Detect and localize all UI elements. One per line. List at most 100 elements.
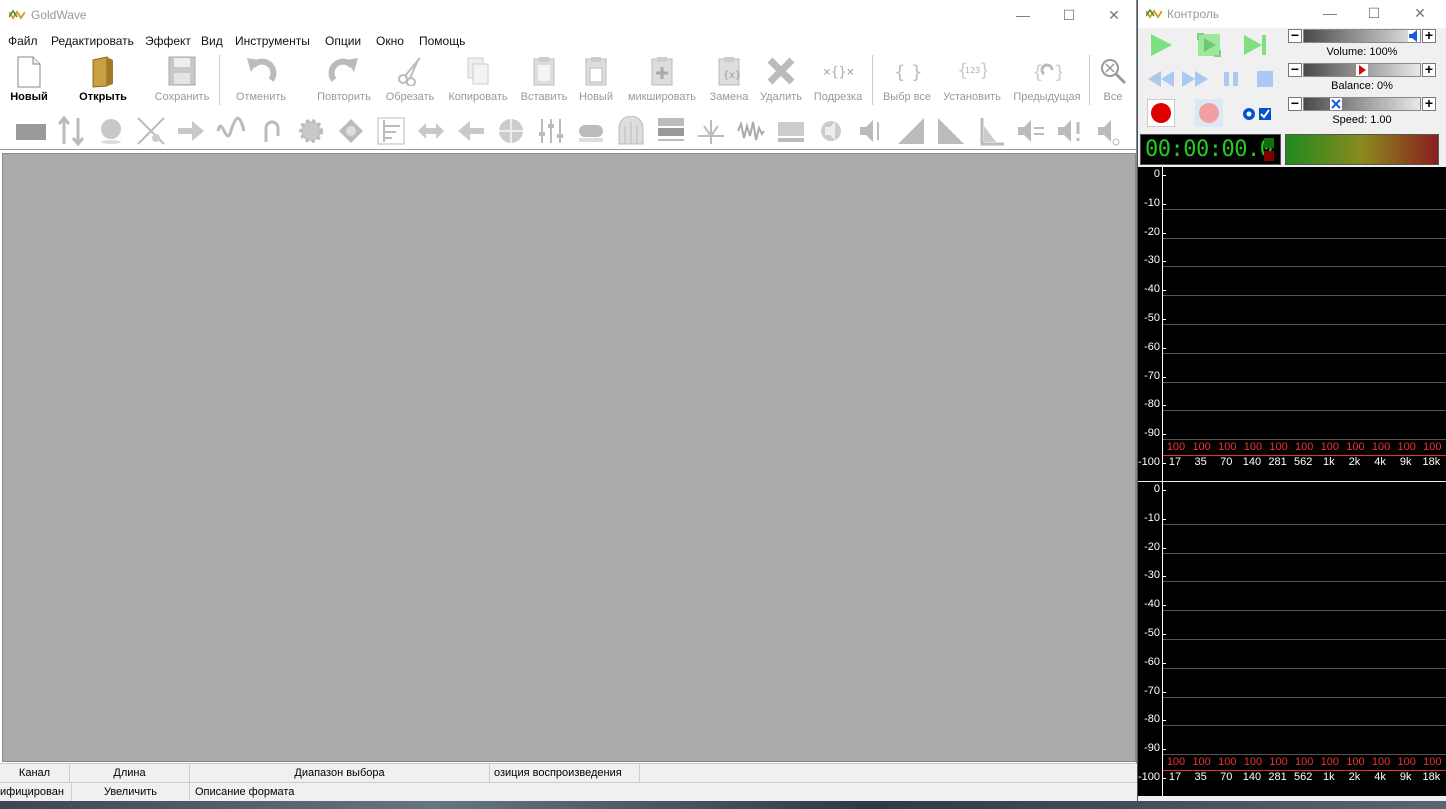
delete-button[interactable]: Удалить [756, 51, 806, 107]
replace-button[interactable]: {x} Замена [706, 51, 752, 107]
balance-thumb-icon[interactable] [1356, 64, 1368, 76]
play-loop-icon[interactable] [1196, 32, 1222, 58]
spectrum-tick [1162, 376, 1166, 378]
pan-effect-icon[interactable] [416, 116, 446, 146]
echo-effect-icon[interactable] [256, 116, 286, 146]
matcher-effect-icon[interactable] [1016, 116, 1046, 146]
volume-thumb-speaker-icon[interactable] [1408, 30, 1420, 42]
play-icon[interactable] [1148, 32, 1174, 58]
speed-increase-button[interactable]: + [1422, 96, 1436, 111]
trim-button[interactable]: Обрезать [382, 51, 438, 107]
copy-button[interactable]: Копировать [443, 51, 513, 107]
new-button[interactable]: Новый [4, 51, 54, 107]
volume-slider[interactable]: − + [1288, 28, 1436, 43]
wave-effect-icon[interactable] [216, 116, 246, 146]
volume-track[interactable] [1303, 29, 1421, 43]
menu-edit[interactable]: Редактировать [51, 34, 134, 48]
record-options-icon[interactable] [1241, 106, 1273, 122]
fade-effect-icon[interactable] [576, 116, 606, 146]
undo-button[interactable]: Отменить [230, 51, 292, 107]
zoom-all-button[interactable]: Все [1094, 51, 1132, 107]
crop-button[interactable]: ×{}× Подрезка [810, 51, 866, 107]
silence-effect-icon[interactable] [16, 116, 46, 146]
fade-in-effect-icon[interactable] [896, 116, 926, 146]
format-description-status: Описание формата [195, 786, 295, 798]
volume-meter-effect-icon[interactable] [1096, 116, 1126, 146]
offset-effect-icon[interactable] [776, 116, 806, 146]
volume-low-effect-icon[interactable] [816, 116, 846, 146]
speed-slider[interactable]: − + [1288, 96, 1436, 111]
reverb-effect-icon[interactable] [616, 116, 646, 146]
open-folder-icon [92, 56, 113, 88]
maximize-volume-effect-icon[interactable] [56, 116, 86, 146]
open-button[interactable]: Открыть [72, 51, 134, 107]
speed-track[interactable] [1303, 97, 1421, 111]
declick-effect-icon[interactable] [736, 116, 766, 146]
fade-out-effect-icon[interactable] [936, 116, 966, 146]
spectrum-band-value: 100 [1166, 441, 1186, 453]
stop-icon[interactable] [1252, 66, 1278, 92]
volume-decrease-button[interactable]: − [1288, 28, 1302, 43]
speed-decrease-button[interactable]: − [1288, 96, 1302, 111]
arrow-right-effect-icon[interactable] [176, 116, 206, 146]
control-minimize-button[interactable]: — [1308, 0, 1352, 26]
previous-button[interactable]: {} Предыдущая [1010, 51, 1084, 107]
control-maximize-button[interactable]: ☐ [1352, 0, 1396, 26]
balance-increase-button[interactable]: + [1422, 62, 1436, 77]
play-to-end-icon[interactable] [1242, 32, 1268, 58]
speed-thumb-icon[interactable] [1330, 98, 1342, 110]
rewind-icon[interactable] [1146, 66, 1176, 92]
redo-button[interactable]: Повторить [312, 51, 376, 107]
toolbar-separator [219, 55, 220, 105]
gear-effect-icon[interactable] [296, 116, 326, 146]
menu-help[interactable]: Помощь [419, 34, 465, 48]
sphere-effect-icon[interactable] [96, 116, 126, 146]
menu-tools[interactable]: Инструменты [235, 34, 310, 48]
maximize-button[interactable]: ☐ [1046, 0, 1092, 30]
flanger-effect-icon[interactable] [336, 116, 366, 146]
menu-options[interactable]: Опции [325, 34, 361, 48]
close-button[interactable]: ✕ [1091, 0, 1137, 30]
menu-file[interactable]: Файл [8, 34, 38, 48]
shape-volume-effect-icon[interactable] [976, 116, 1006, 146]
pause-icon[interactable] [1218, 66, 1244, 92]
equalizer-effect-icon[interactable] [376, 116, 406, 146]
spike-effect-icon[interactable] [696, 116, 726, 146]
arrow-left-effect-icon[interactable] [456, 116, 486, 146]
workspace-area[interactable] [2, 153, 1136, 762]
doppler-effect-icon[interactable] [496, 116, 526, 146]
volume-alert-effect-icon[interactable] [1056, 116, 1086, 146]
spectrum-frequency-label: 2k [1348, 456, 1361, 468]
paste-button[interactable]: Вставить [518, 51, 570, 107]
balance-decrease-button[interactable]: − [1288, 62, 1302, 77]
minimize-button[interactable]: — [1000, 0, 1046, 30]
fast-forward-icon[interactable] [1180, 66, 1210, 92]
record-icon[interactable] [1147, 99, 1175, 127]
balance-slider[interactable]: − + [1288, 62, 1436, 77]
channel-mixer-effect-icon[interactable] [136, 116, 166, 146]
balance-track[interactable] [1303, 63, 1421, 77]
spectrum-y-label: -60 [1144, 655, 1160, 668]
toolbar-separator [872, 55, 873, 105]
record-selection-icon[interactable] [1195, 99, 1223, 127]
volume-change-effect-icon[interactable] [856, 116, 886, 146]
svg-text:123: 123 [965, 66, 980, 75]
select-all-button[interactable]: { } Выбр все [878, 51, 936, 107]
redo-icon [328, 58, 358, 82]
set-button[interactable]: {123} Установить [938, 51, 1006, 107]
spectrum-gridline [1163, 208, 1446, 210]
sliders-effect-icon[interactable] [536, 116, 566, 146]
spectrum-band-value: 100 [1294, 756, 1314, 768]
menu-window[interactable]: Окно [376, 34, 404, 48]
menu-effect[interactable]: Эффект [145, 34, 191, 48]
noise-reduction-effect-icon[interactable] [656, 116, 686, 146]
control-close-button[interactable]: ✕ [1398, 0, 1442, 26]
menu-view[interactable]: Вид [201, 34, 223, 48]
paste-new-button[interactable]: Новый [574, 51, 618, 107]
spectrum-gridline [1163, 266, 1446, 268]
volume-increase-button[interactable]: + [1422, 28, 1436, 43]
level-meter [1285, 134, 1439, 165]
mix-button[interactable]: микшировать [622, 51, 702, 107]
save-button[interactable]: Сохранить [151, 51, 213, 107]
spectrum-y-label: -30 [1144, 569, 1160, 582]
